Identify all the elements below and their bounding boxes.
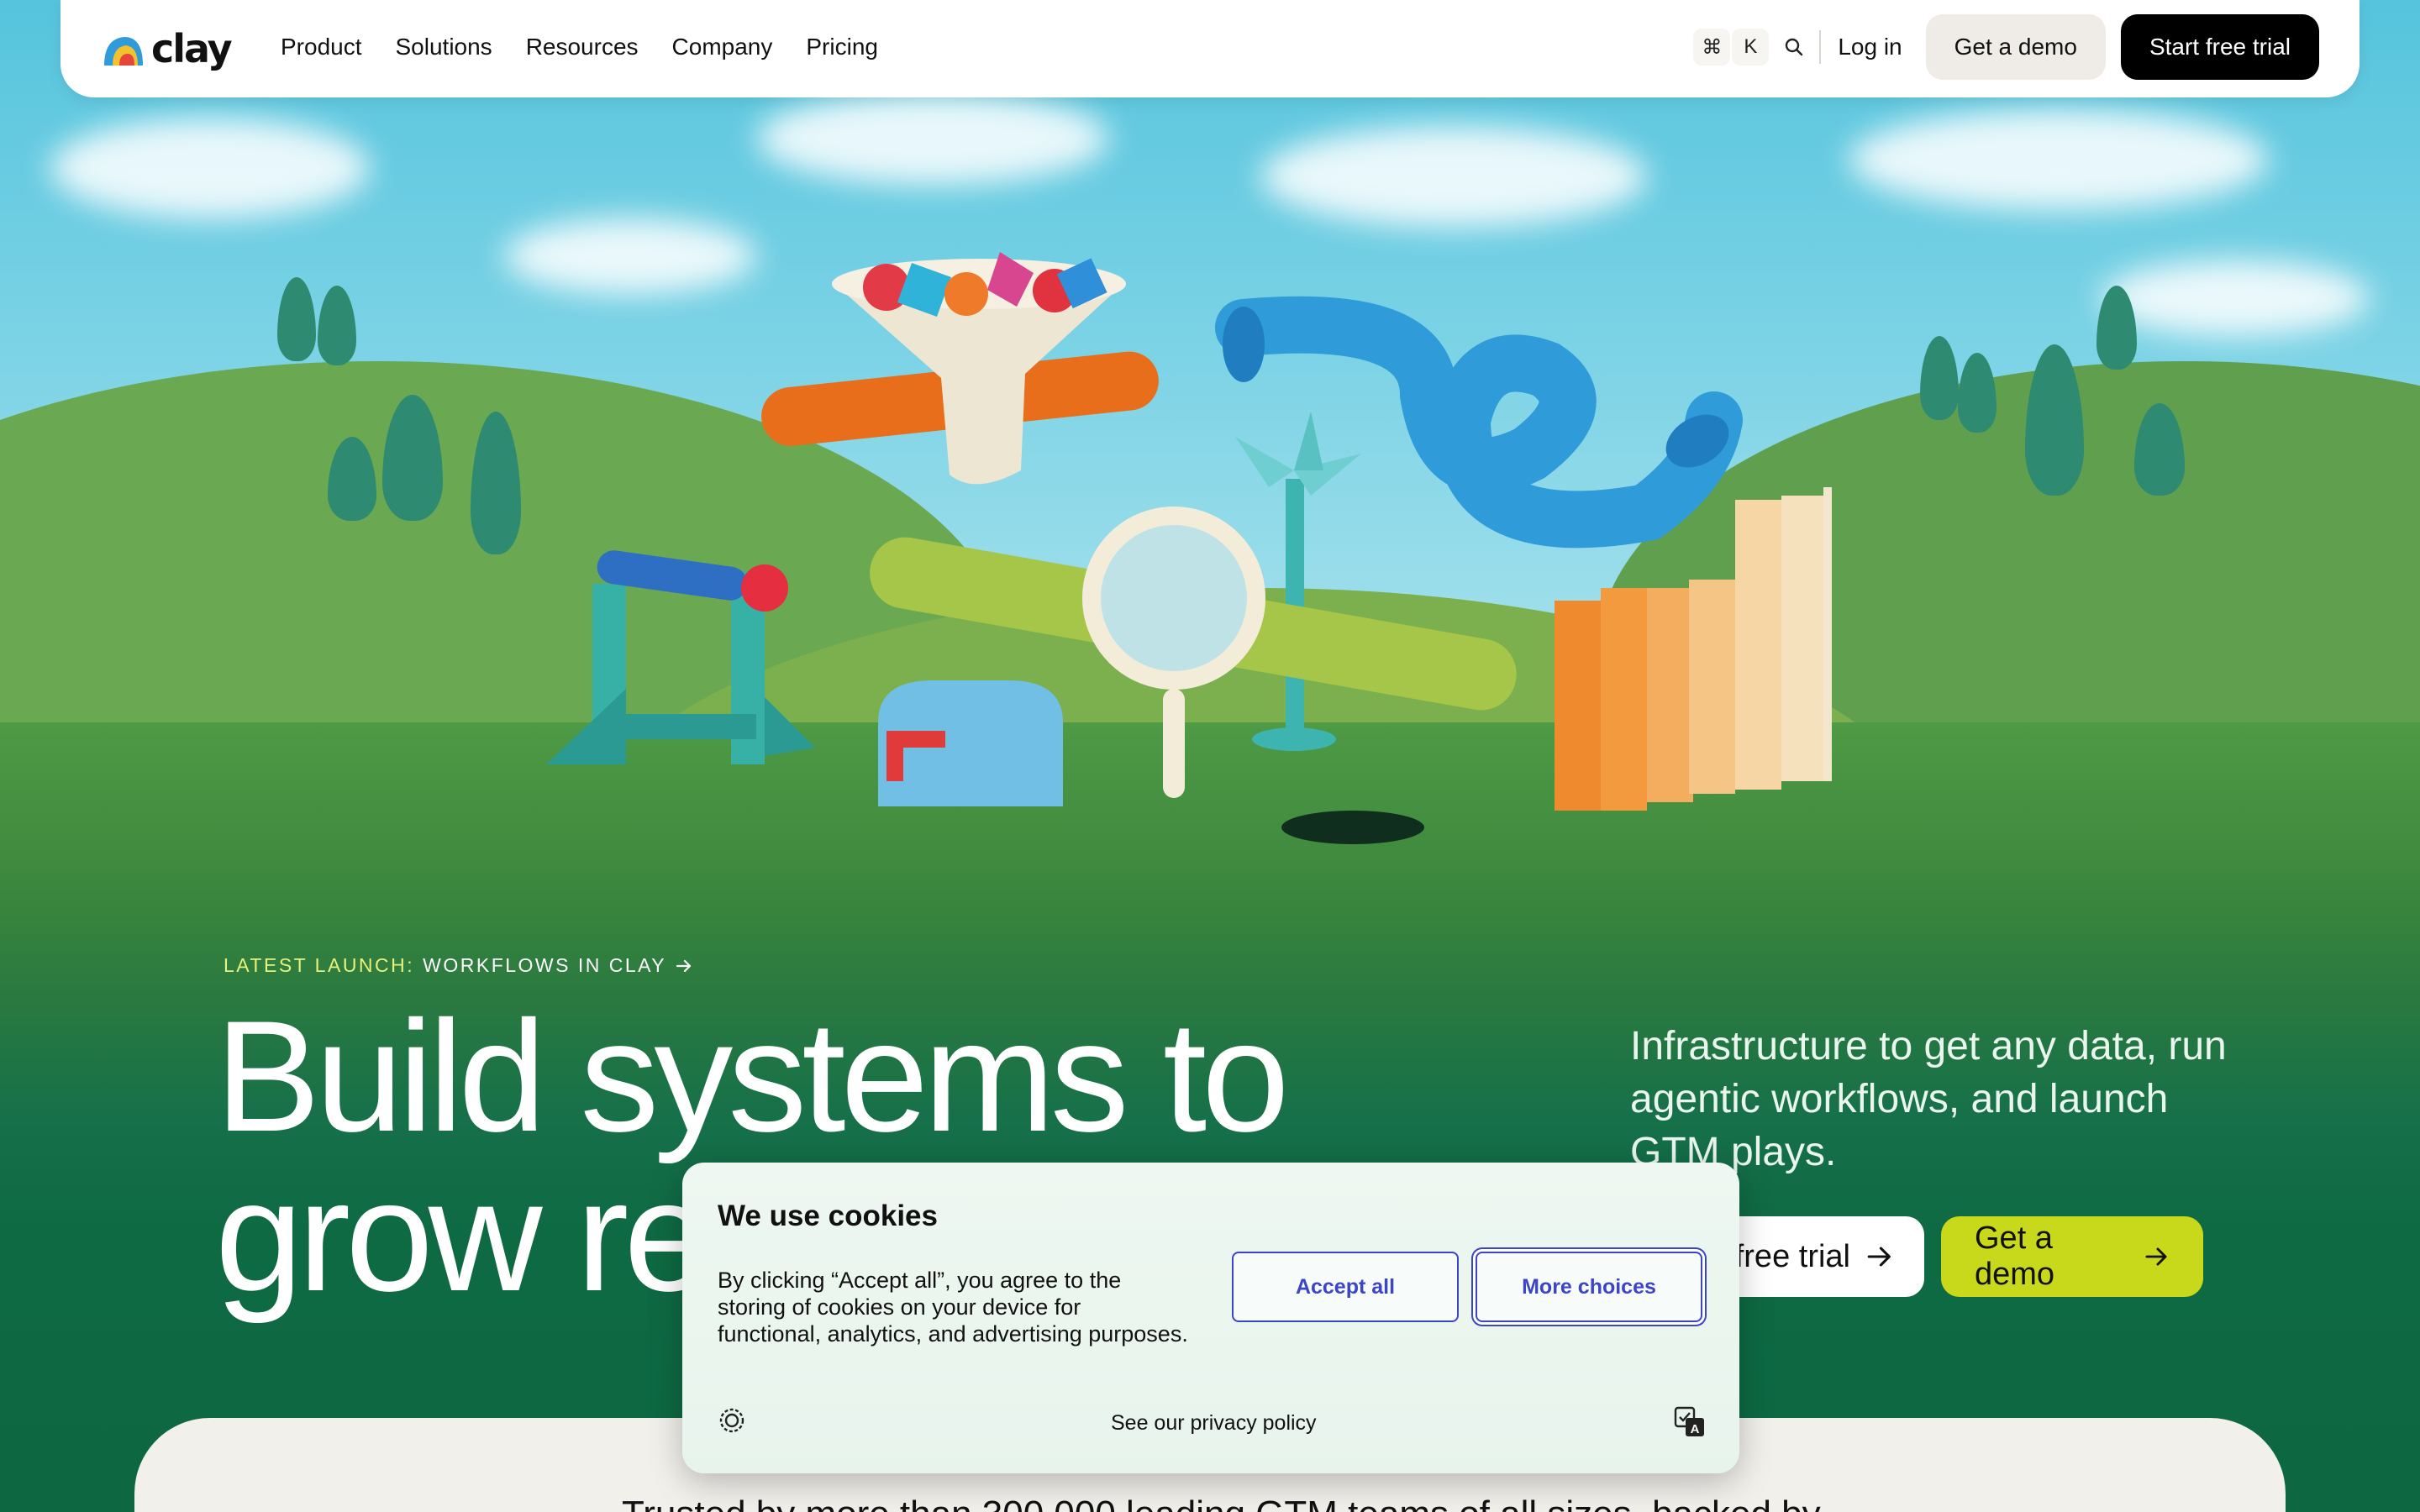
svg-text:A: A: [1691, 1422, 1700, 1436]
hero-demo-button[interactable]: Get a demo: [1941, 1216, 2203, 1297]
trusted-by-text: Trusted by more than 300,000 leading GTM…: [622, 1494, 1821, 1512]
top-navbar: clay Product Solutions Resources Company…: [60, 0, 2360, 97]
command-key-icon[interactable]: ⌘: [1693, 29, 1731, 66]
cookie-description: By clicking “Accept all”, you agree to t…: [718, 1268, 1188, 1347]
launch-title: WORKFLOWS IN CLAY: [423, 954, 667, 976]
privacy-policy-link[interactable]: See our privacy policy: [1111, 1411, 1317, 1436]
language-icon[interactable]: A: [1674, 1406, 1706, 1438]
cookie-consent-dialog: We use cookies By clicking “Accept all”,…: [682, 1163, 1739, 1473]
k-key[interactable]: K: [1732, 29, 1770, 66]
arrow-right-icon: [676, 959, 692, 972]
get-demo-button[interactable]: Get a demo: [1925, 14, 2106, 80]
magnifying-glass: [1082, 507, 1265, 690]
hero-demo-label: Get a demo: [1975, 1221, 2055, 1292]
hero-free-trial-label: free trial: [1734, 1238, 1850, 1274]
nav-company[interactable]: Company: [672, 34, 773, 60]
cookie-title: We use cookies: [718, 1200, 938, 1232]
clay-logo[interactable]: clay: [101, 24, 233, 74]
nav-pricing[interactable]: Pricing: [806, 34, 878, 60]
login-link[interactable]: Log in: [1838, 34, 1902, 60]
nav-divider: [1819, 30, 1822, 64]
hero-subheadline: Infrastructure to get any data, run agen…: [1630, 1024, 2227, 1174]
arrow-right-icon: [1867, 1247, 1891, 1267]
logo-wordmark: clay: [151, 26, 233, 71]
latest-launch-link[interactable]: LATEST LAUNCH: WORKFLOWS IN CLAY: [224, 954, 693, 977]
headline-line-1: Build systems to: [215, 988, 1290, 1164]
arrow-right-icon: [2145, 1247, 2167, 1266]
nav-product[interactable]: Product: [281, 34, 362, 60]
clay-logo-icon: [101, 32, 146, 66]
nav-actions: ⌘ K Log in Get a demo Start free trial: [1693, 0, 2319, 94]
cookie-settings-icon[interactable]: [718, 1406, 746, 1435]
start-free-trial-button[interactable]: Start free trial: [2120, 14, 2319, 80]
search-icon[interactable]: [1777, 30, 1811, 64]
launch-label: LATEST LAUNCH:: [224, 954, 415, 976]
nav-links: Product Solutions Resources Company Pric…: [281, 0, 878, 94]
nav-resources[interactable]: Resources: [526, 34, 639, 60]
accept-all-button[interactable]: Accept all: [1232, 1252, 1459, 1322]
more-choices-button[interactable]: More choices: [1476, 1252, 1702, 1322]
nav-solutions[interactable]: Solutions: [396, 34, 492, 60]
hole: [1281, 811, 1424, 844]
hero-illustration: [546, 252, 1832, 844]
